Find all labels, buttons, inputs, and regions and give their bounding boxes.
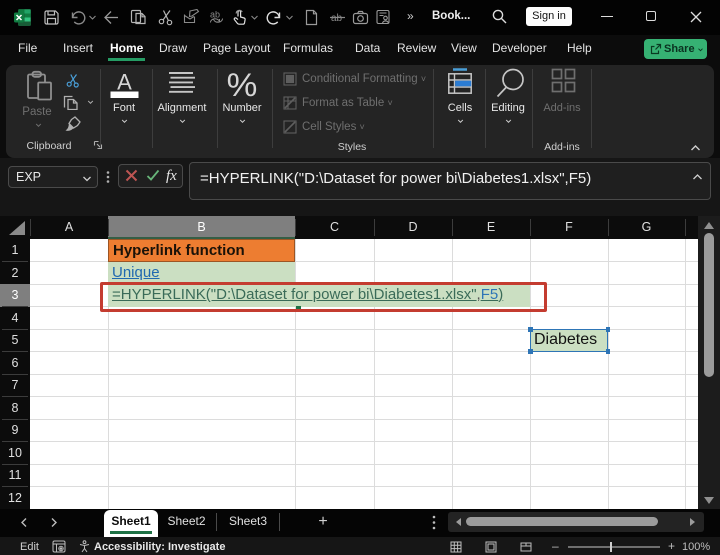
svg-text:ab: ab (210, 10, 220, 20)
svg-text:ab: ab (331, 13, 343, 24)
svg-text:A: A (117, 70, 132, 95)
